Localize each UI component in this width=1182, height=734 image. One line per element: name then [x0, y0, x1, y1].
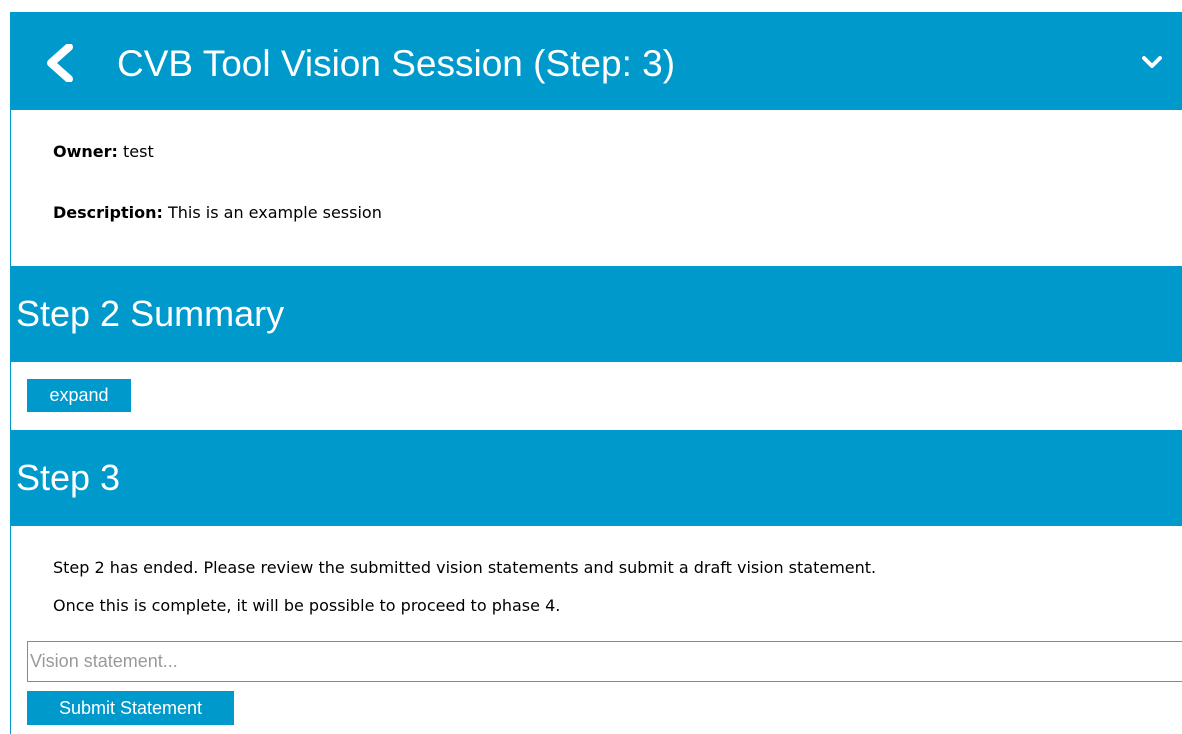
- description-row: Description: This is an example session: [53, 203, 382, 222]
- back-chevron-left-icon[interactable]: [43, 44, 77, 82]
- step2-summary-heading: Step 2 Summary: [11, 266, 1182, 362]
- chevron-down-icon[interactable]: [1141, 53, 1163, 71]
- expand-button[interactable]: expand: [27, 379, 131, 412]
- page-title: CVB Tool Vision Session (Step: 3): [117, 43, 676, 84]
- owner-label: Owner:: [53, 142, 118, 161]
- step3-instructions-line2: Once this is complete, it will be possib…: [53, 596, 561, 615]
- page: CVB Tool Vision Session (Step: 3) Owner:…: [0, 0, 1182, 734]
- owner-value: test: [123, 142, 154, 161]
- session-header: CVB Tool Vision Session (Step: 3): [11, 12, 1182, 110]
- submit-statement-button[interactable]: Submit Statement: [27, 691, 234, 725]
- description-label: Description:: [53, 203, 163, 222]
- step3-instructions-line1: Step 2 has ended. Please review the subm…: [53, 558, 877, 577]
- session-panel: CVB Tool Vision Session (Step: 3) Owner:…: [10, 12, 1182, 734]
- description-value: This is an example session: [167, 203, 382, 222]
- owner-row: Owner: test: [53, 142, 154, 161]
- vision-statement-input[interactable]: [27, 641, 1182, 682]
- step3-heading: Step 3: [11, 430, 1182, 526]
